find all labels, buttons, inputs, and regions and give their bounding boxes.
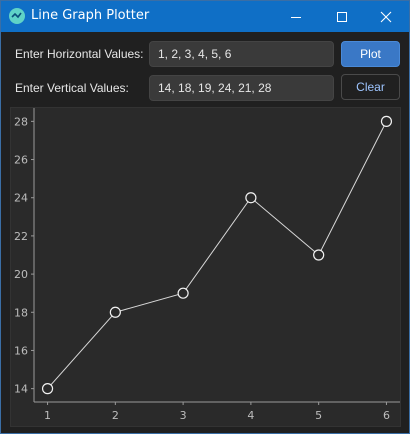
close-icon — [380, 11, 392, 22]
vertical-values-input[interactable] — [149, 75, 334, 101]
minimize-icon — [291, 16, 301, 18]
x-tick-label: 2 — [112, 409, 119, 422]
close-button[interactable] — [363, 1, 409, 32]
y-tick-label: 20 — [14, 268, 28, 281]
y-tick-label: 18 — [14, 306, 28, 319]
data-point — [109, 306, 121, 318]
line-chart: 14 16 18 20 22 24 26 28 1 2 3 4 5 6 — [14, 108, 400, 422]
maximize-button[interactable] — [319, 1, 365, 32]
x-tick-label: 5 — [315, 409, 322, 422]
x-tick-label: 4 — [247, 409, 254, 422]
y-tick-label: 26 — [14, 154, 28, 167]
data-point — [380, 115, 393, 127]
data-point — [177, 287, 189, 299]
app-icon — [9, 8, 25, 24]
y-tick-label: 22 — [14, 230, 28, 243]
title-bar[interactable]: Line Graph Plotter — [1, 1, 409, 32]
window-title: Line Graph Plotter — [31, 8, 150, 23]
data-point — [245, 192, 257, 204]
minimize-button[interactable] — [273, 1, 319, 32]
vertical-values-label: Enter Vertical Values: — [15, 81, 129, 95]
x-tick-label: 1 — [44, 409, 51, 422]
plot-button[interactable]: Plot — [341, 41, 400, 67]
y-tick-label: 28 — [14, 115, 28, 128]
clear-button[interactable]: Clear — [341, 74, 400, 100]
series-line — [47, 121, 387, 389]
data-point — [313, 249, 325, 261]
data-point — [41, 383, 54, 395]
horizontal-values-label: Enter Horizontal Values: — [15, 47, 144, 61]
y-tick-label: 16 — [14, 344, 28, 357]
y-tick-label: 24 — [14, 192, 28, 205]
app-window: Line Graph Plotter Enter Horizontal Valu… — [0, 0, 410, 434]
plot-area: 14 16 18 20 22 24 26 28 1 2 3 4 5 6 — [10, 107, 401, 427]
maximize-icon — [337, 11, 347, 22]
horizontal-values-input[interactable] — [149, 41, 334, 67]
x-tick-label: 6 — [383, 409, 390, 422]
x-tick-label: 3 — [180, 409, 187, 422]
y-tick-label: 14 — [14, 383, 28, 396]
